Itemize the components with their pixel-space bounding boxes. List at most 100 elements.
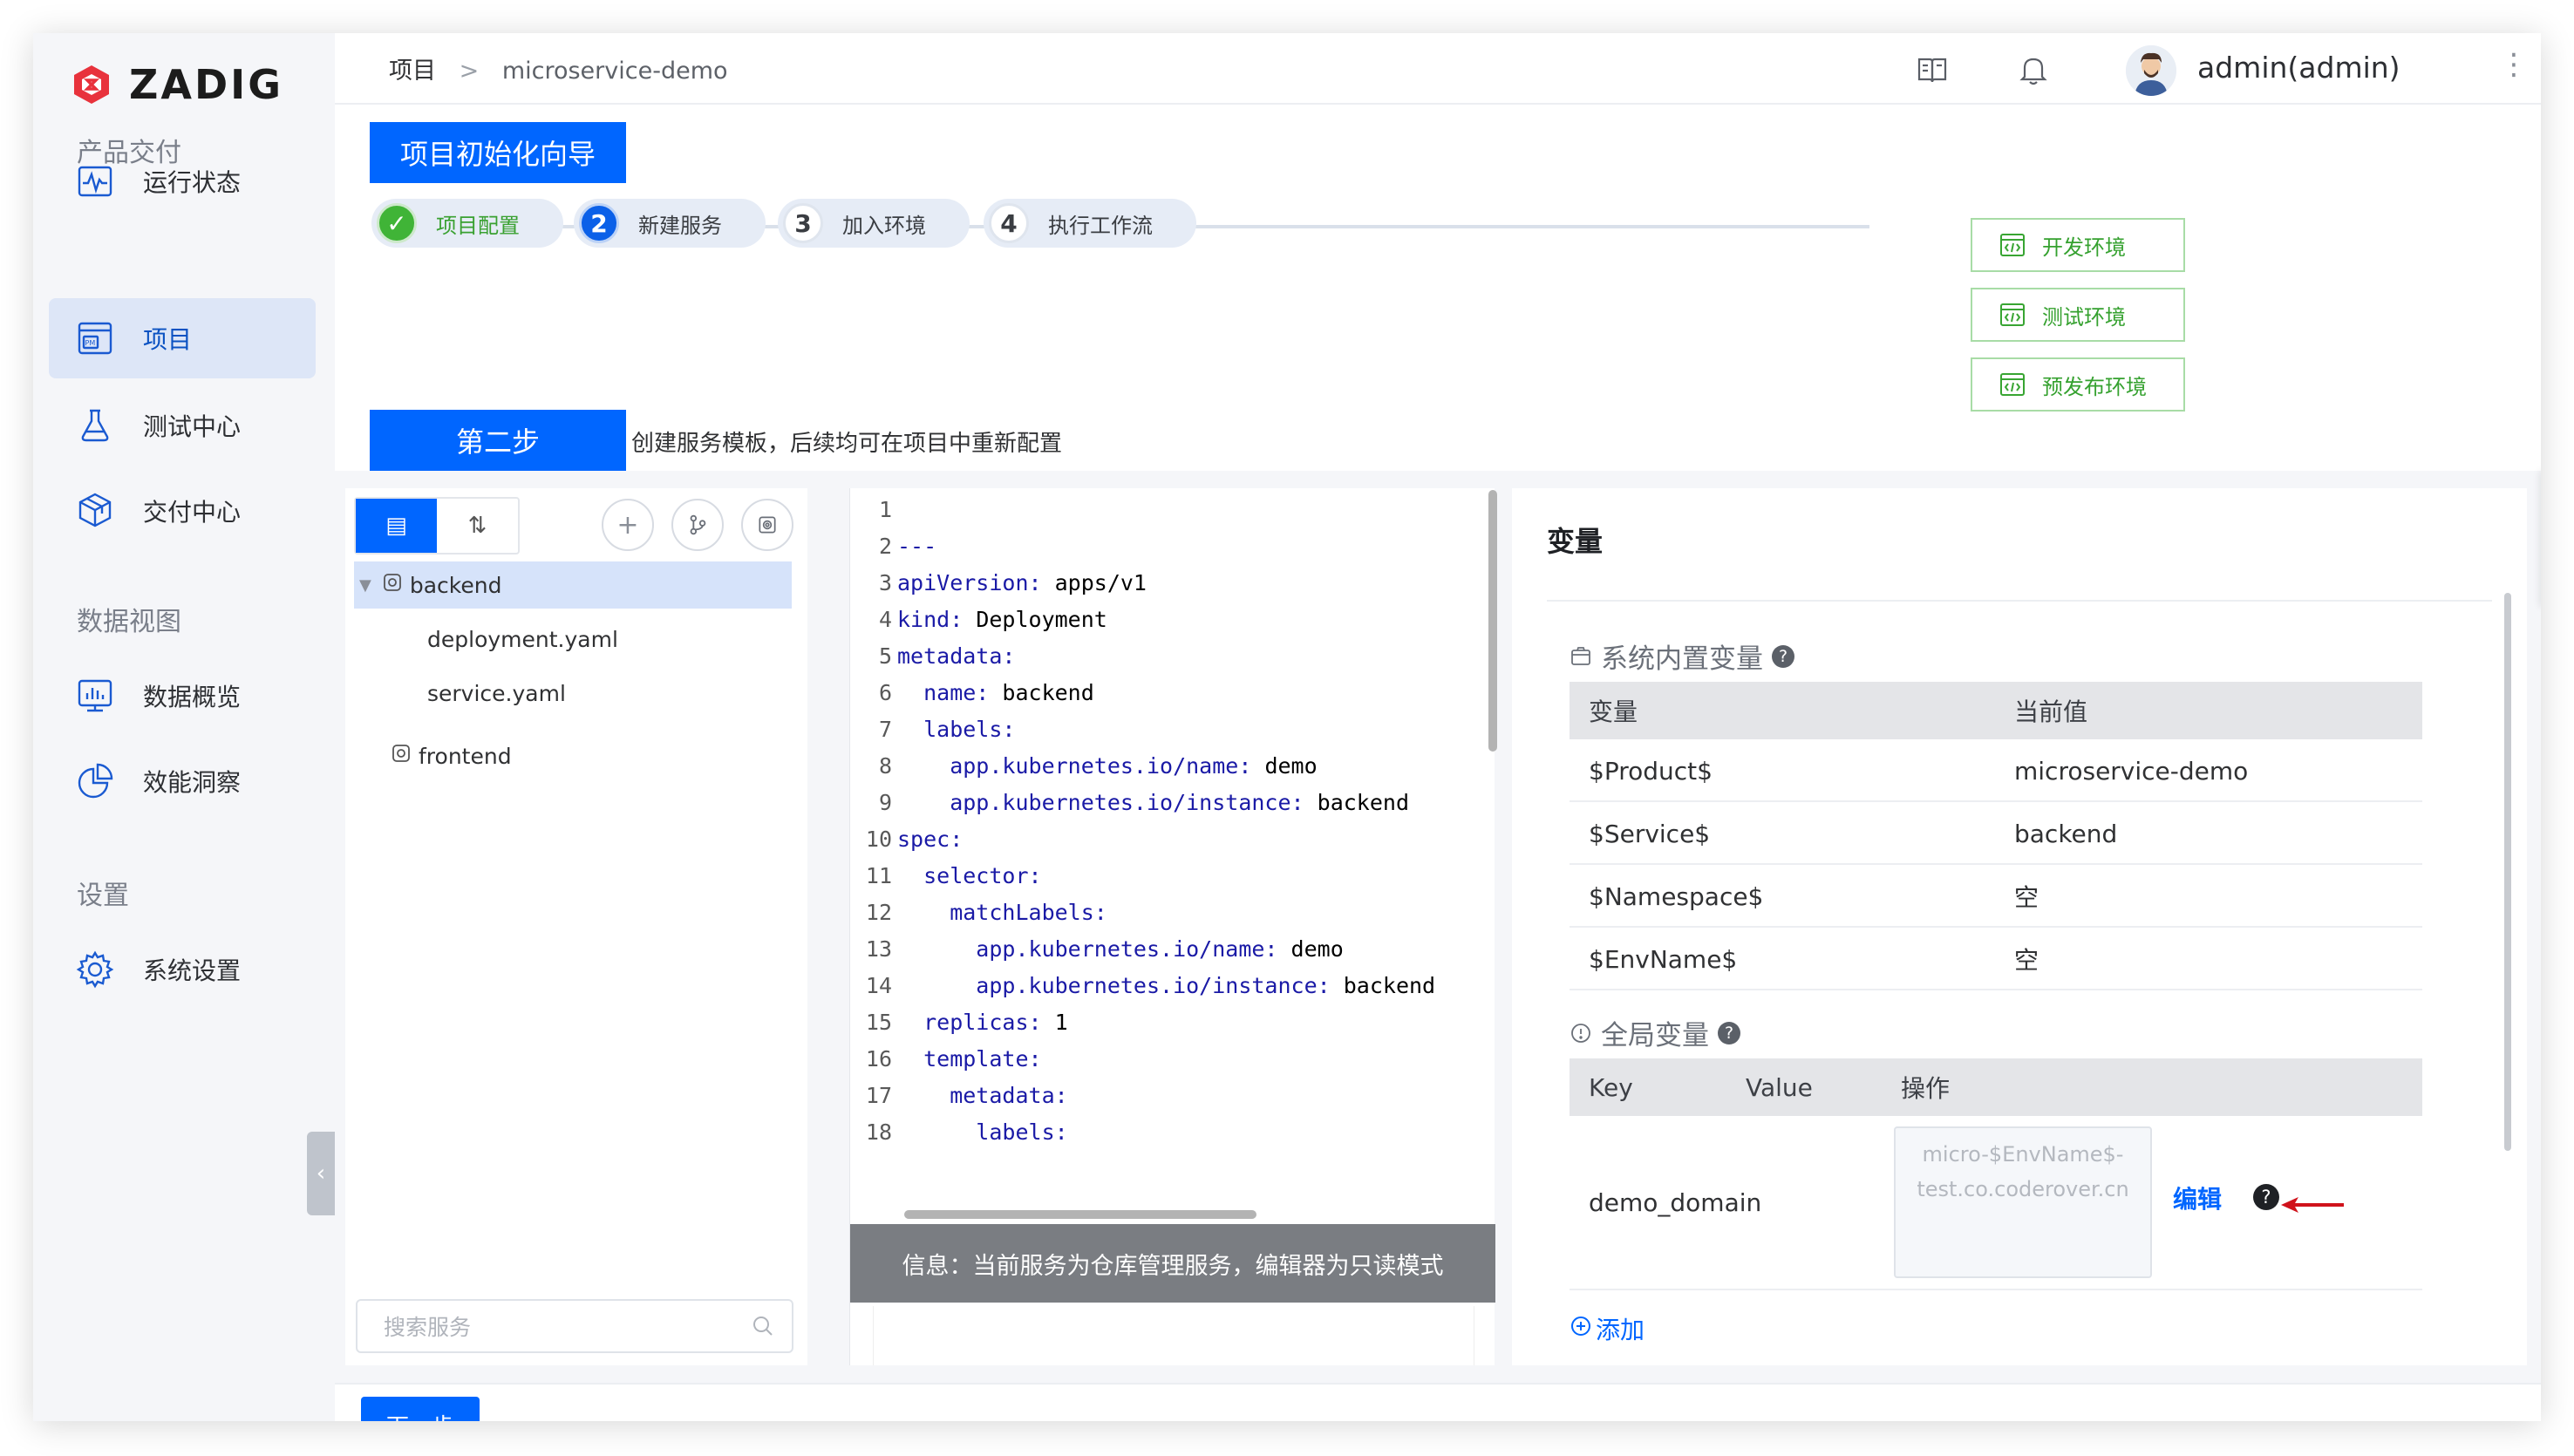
code-value: demo xyxy=(1251,753,1318,779)
section-label: 全局变量 xyxy=(1601,1020,1709,1051)
sidebar-item-label: 交付中心 xyxy=(143,498,242,527)
step-create-service[interactable]: 2 新建服务 xyxy=(574,199,766,248)
breadcrumb: 项目 > microservice-demo xyxy=(389,51,728,85)
sidebar: ZADIG 产品交付 运行状态 PM 项目 测试中心 交付中心 数据视图 数据概… xyxy=(33,33,335,1421)
code-line[interactable]: 15 replicas: 1 xyxy=(850,1004,1478,1041)
code-window-icon xyxy=(2000,303,2025,326)
import-icon[interactable] xyxy=(741,499,793,551)
sidebar-item-run-status[interactable]: 运行状态 xyxy=(49,141,316,221)
help-icon[interactable]: ? xyxy=(1772,644,1794,668)
env-label: 预发布环境 xyxy=(2042,374,2147,399)
code-line[interactable]: 16 template: xyxy=(850,1041,1478,1078)
line-number: 2 xyxy=(878,534,892,559)
code-line[interactable]: 11 selector: xyxy=(850,858,1478,895)
code-value: apps/v1 xyxy=(1041,570,1147,595)
code-line[interactable]: 13 app.kubernetes.io/name: demo xyxy=(850,931,1478,968)
var-key: demo_domain xyxy=(1589,1187,1762,1217)
var-value-textarea[interactable]: micro-$EnvName$-test.co.coderover.cn xyxy=(1894,1126,2152,1278)
env-button-staging[interactable]: 预发布环境 xyxy=(1971,357,2185,412)
line-number: 9 xyxy=(878,790,892,815)
sidebar-item-insight[interactable]: 效能洞察 xyxy=(49,741,316,821)
docs-icon[interactable] xyxy=(1915,52,1950,87)
col-header: 变量 xyxy=(1589,697,1638,726)
code-line[interactable]: 10 spec: xyxy=(850,821,1478,858)
sidebar-item-test-center[interactable]: 测试中心 xyxy=(49,385,316,466)
sidebar-item-data-overview[interactable]: 数据概览 xyxy=(49,656,316,736)
tree-node-frontend[interactable]: frontend xyxy=(354,732,792,779)
code-key: name: xyxy=(897,680,990,705)
tab-sort-icon[interactable]: ⇅ xyxy=(437,499,518,553)
editor-vertical-scrollbar[interactable] xyxy=(1488,490,1497,752)
sidebar-item-label: 项目 xyxy=(143,325,193,354)
step-badge: 第二步 xyxy=(370,410,626,471)
add-service-icon[interactable]: + xyxy=(602,499,654,551)
code-line[interactable]: 4 kind: Deployment xyxy=(850,602,1478,638)
edit-link[interactable]: 编辑 xyxy=(2173,1180,2222,1215)
help-icon[interactable]: ? xyxy=(2253,1184,2279,1210)
code-key: metadata: xyxy=(897,643,1016,669)
sidebar-item-label: 数据概览 xyxy=(143,683,242,711)
yaml-editor[interactable]: 1 2 --- 3 apiVersion: apps/v1 4 kind: Deployme… xyxy=(849,488,1497,1365)
code-line[interactable]: 5 metadata: xyxy=(850,638,1478,675)
code-line[interactable]: 17 metadata: xyxy=(850,1078,1478,1114)
service-search-input[interactable]: 搜索服务 xyxy=(356,1299,793,1353)
code-line[interactable]: 12 matchLabels: xyxy=(850,895,1478,931)
env-button-test[interactable]: 测试环境 xyxy=(1971,288,2185,342)
code-line[interactable]: 8 app.kubernetes.io/name: demo xyxy=(850,748,1478,785)
sidebar-item-projects[interactable]: PM 项目 xyxy=(49,298,316,378)
next-step-button[interactable]: 下一步 xyxy=(361,1397,480,1421)
help-icon[interactable]: ? xyxy=(1718,1021,1740,1044)
logo[interactable]: ZADIG xyxy=(70,54,283,115)
code-line[interactable]: 3 apiVersion: apps/v1 xyxy=(850,565,1478,602)
sidebar-item-label: 效能洞察 xyxy=(143,768,242,797)
breadcrumb-current: microservice-demo xyxy=(501,57,728,85)
sidebar-item-delivery-center[interactable]: 交付中心 xyxy=(49,471,316,551)
line-number: 12 xyxy=(865,900,892,925)
more-menu-icon[interactable]: ⋮ xyxy=(2499,47,2529,82)
sidebar-item-label: 系统设置 xyxy=(143,956,242,985)
sidebar-item-system-settings[interactable]: 系统设置 xyxy=(49,929,316,1010)
step-project-config[interactable]: ✓ 项目配置 xyxy=(371,199,563,248)
code-area[interactable]: 1 2 --- 3 apiVersion: apps/v1 4 kind: Deployme… xyxy=(850,492,1478,1180)
code-line[interactable]: 14 app.kubernetes.io/instance: backend xyxy=(850,968,1478,1004)
line-number: 16 xyxy=(865,1046,892,1072)
step-number: 2 xyxy=(579,203,619,243)
add-variable-button[interactable]: 添加 xyxy=(1570,1311,1644,1346)
tree-node-service-yaml[interactable]: service.yaml xyxy=(354,670,792,717)
code-line[interactable]: 2 --- xyxy=(850,528,1478,565)
step-run-workflow[interactable]: 4 执行工作流 xyxy=(984,199,1196,248)
code-value: 1 xyxy=(1041,1010,1068,1035)
tree-node-backend[interactable]: ▼ backend xyxy=(354,561,792,609)
code-line[interactable]: 6 name: backend xyxy=(850,675,1478,711)
var-value: backend xyxy=(2014,819,2118,848)
code-key: labels: xyxy=(897,1119,1068,1145)
variables-panel: 变量 系统内置变量 ? 变量 当前值 $Product$ microservic… xyxy=(1512,488,2527,1365)
collapse-sidebar-button[interactable]: ‹ xyxy=(307,1132,335,1215)
avatar[interactable] xyxy=(2126,45,2176,96)
step-join-env[interactable]: 3 加入环境 xyxy=(778,199,970,248)
service-icon xyxy=(382,572,403,598)
code-line[interactable]: 7 labels: xyxy=(850,711,1478,748)
panel-scrollbar[interactable] xyxy=(2504,593,2511,1151)
user-name[interactable]: admin(admin) xyxy=(2197,51,2400,85)
service-tree-panel: ▤ ⇅ + ▼ backend deployment.yaml service.… xyxy=(345,488,807,1365)
code-key: kind: xyxy=(897,607,964,632)
chart-icon xyxy=(78,679,112,712)
breadcrumb-root[interactable]: 项目 xyxy=(389,58,436,85)
env-button-dev[interactable]: 开发环境 xyxy=(1971,218,2185,272)
git-branch-icon[interactable] xyxy=(671,499,724,551)
code-value: backend xyxy=(1330,973,1436,998)
global-vars-title: 全局变量 ? xyxy=(1570,1013,1740,1052)
code-key: app.kubernetes.io/name: xyxy=(897,753,1252,779)
tree-node-label: backend xyxy=(409,572,502,598)
code-line[interactable]: 18 labels: xyxy=(850,1114,1478,1151)
line-number: 5 xyxy=(878,643,892,669)
code-line[interactable]: 9 app.kubernetes.io/instance: backend xyxy=(850,785,1478,821)
editor-horizontal-scrollbar[interactable] xyxy=(904,1210,1256,1219)
section-settings: 设置 xyxy=(77,881,129,911)
tab-list-icon[interactable]: ▤ xyxy=(356,499,437,553)
bell-icon[interactable] xyxy=(2016,52,2051,87)
code-line[interactable]: 1 xyxy=(850,492,1478,528)
tree-node-deployment-yaml[interactable]: deployment.yaml xyxy=(354,616,792,663)
red-arrow-icon xyxy=(2281,1197,2344,1213)
